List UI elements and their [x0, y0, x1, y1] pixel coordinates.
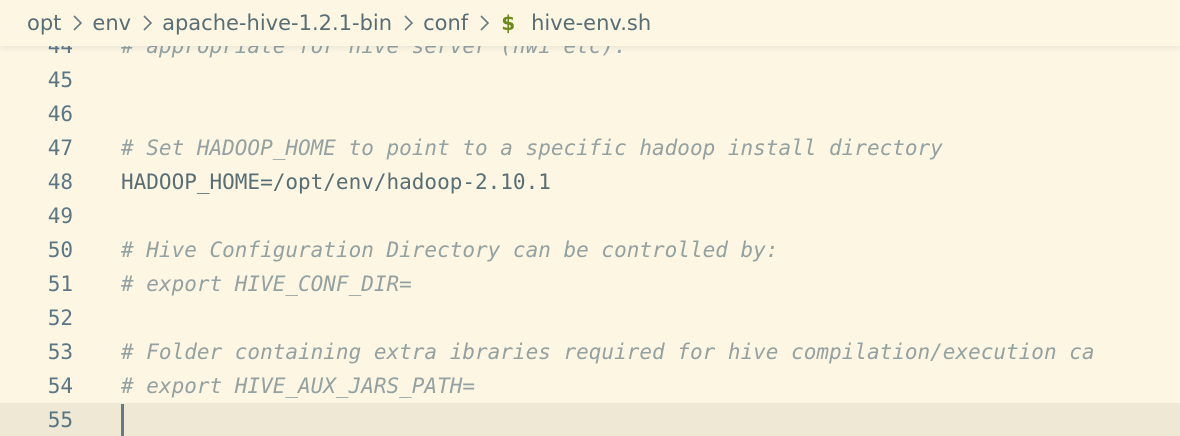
breadcrumb-item-env[interactable]: env: [92, 11, 131, 35]
code-comment: # Hive Configuration Directory can be co…: [121, 238, 779, 262]
code-line[interactable]: 48 HADOOP_HOME=/opt/env/hadoop-2.10.1: [0, 165, 1180, 199]
code-line[interactable]: 50 # Hive Configuration Directory can be …: [0, 233, 1180, 267]
breadcrumb: opt env apache-hive-1.2.1-bin conf $ hiv…: [0, 0, 1180, 46]
code-line[interactable]: 54 # export HIVE_AUX_JARS_PATH=: [0, 369, 1180, 403]
code-comment: # export HIVE_CONF_DIR=: [121, 272, 412, 296]
line-number: 55: [47, 408, 73, 432]
code-comment: # Folder containing extra ibraries requi…: [121, 340, 1095, 364]
code-line[interactable]: 53 # Folder containing extra ibraries req…: [0, 335, 1180, 369]
chevron-right-icon: [73, 15, 83, 31]
code-comment: # Set HADOOP_HOME to point to a specific…: [121, 136, 943, 160]
breadcrumb-item-opt[interactable]: opt: [27, 11, 61, 35]
code-comment: # export HIVE_AUX_JARS_PATH=: [121, 374, 476, 398]
line-number: 48: [47, 170, 73, 194]
code-line[interactable]: 51 # export HIVE_CONF_DIR=: [0, 267, 1180, 301]
code-text: HADOOP_HOME=/opt/env/hadoop-2.10.1: [121, 170, 551, 194]
code-line[interactable]: 47 # Set HADOOP_HOME to point to a specif…: [0, 131, 1180, 165]
breadcrumb-item-apache-hive[interactable]: apache-hive-1.2.1-bin: [162, 11, 392, 35]
breadcrumb-file[interactable]: hive-env.sh: [531, 11, 651, 35]
chevron-right-icon: [143, 15, 153, 31]
code-editor[interactable]: opt env apache-hive-1.2.1-bin conf $ hiv…: [0, 0, 1180, 436]
chevron-right-icon: [480, 15, 490, 31]
code-line[interactable]: 49: [0, 199, 1180, 233]
code-line[interactable]: 46: [0, 97, 1180, 131]
line-number: 54: [47, 374, 73, 398]
chevron-right-icon: [404, 15, 414, 31]
code-line[interactable]: 45: [0, 63, 1180, 97]
line-number: 45: [47, 68, 73, 92]
line-number: 51: [47, 272, 73, 296]
code-line[interactable]: 52: [0, 301, 1180, 335]
line-number: 49: [47, 204, 73, 228]
line-number: 47: [47, 136, 73, 160]
current-line[interactable]: 55: [0, 403, 1180, 436]
breadcrumb-item-conf[interactable]: conf: [423, 11, 468, 35]
text-cursor: [121, 404, 124, 436]
code-lines[interactable]: 44 # appropriate for hive server (hwi etc…: [0, 29, 1180, 436]
shell-file-icon: $: [501, 11, 516, 35]
line-number: 50: [47, 238, 73, 262]
line-number: 53: [47, 340, 73, 364]
line-number: 52: [47, 306, 73, 330]
line-number: 46: [47, 102, 73, 126]
